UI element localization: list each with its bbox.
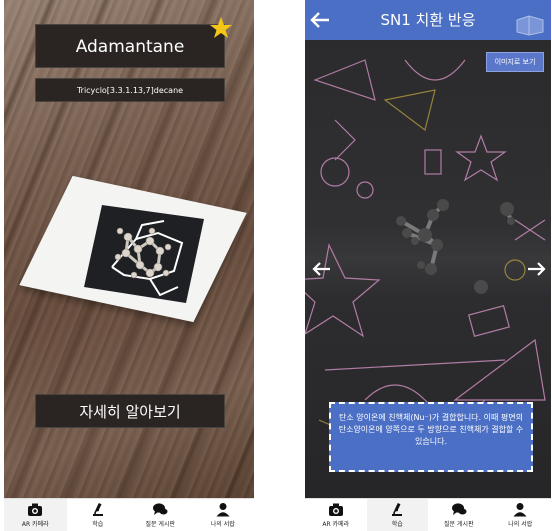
- learn-more-button[interactable]: 자세히 알아보기: [35, 394, 225, 428]
- tab-ar-camera[interactable]: AR 카메라: [305, 499, 367, 531]
- next-arrow-icon[interactable]: [527, 260, 547, 278]
- tab-label: AR 카메라: [21, 521, 49, 528]
- camera-icon: [28, 503, 43, 516]
- microscope-icon: [92, 502, 103, 516]
- chat-icon: [451, 503, 467, 515]
- back-arrow-icon[interactable]: [308, 8, 332, 32]
- tab-label: 질문 게시판: [443, 521, 474, 528]
- previous-arrow-icon[interactable]: [311, 260, 331, 278]
- ar-marker-with-molecule: [84, 205, 204, 303]
- tab-label: 나의 서랍: [210, 521, 235, 528]
- tab-my-drawer[interactable]: 나의 서랍: [490, 499, 552, 531]
- tab-label: 나의 서랍: [508, 521, 533, 528]
- chat-icon: [153, 503, 168, 515]
- tab-ar-camera[interactable]: AR 카메라: [4, 499, 67, 531]
- tab-study[interactable]: 학습: [67, 499, 130, 531]
- camera-icon: [328, 503, 343, 516]
- star-icon[interactable]: [209, 16, 233, 40]
- tab-question-board[interactable]: 질문 게시판: [129, 499, 192, 531]
- tab-study[interactable]: 학습: [366, 499, 428, 531]
- iupac-name: Tricyclo[3.3.1.13,7]decane: [35, 78, 225, 102]
- microscope-icon: [392, 502, 403, 516]
- bottom-tab-bar: AR 카메라 학습 질문 게시판 나의 서랍: [4, 498, 254, 531]
- view-as-image-button[interactable]: 이미지로 보기: [486, 52, 544, 72]
- tab-my-drawer[interactable]: 나의 서랍: [192, 499, 255, 531]
- book-icon: [516, 15, 544, 36]
- reaction-description: 탄소 양이온에 친핵체(Nu⁻)가 결합합니다. 이때 평면의 탄소양이온에 양…: [329, 402, 533, 472]
- bottom-tab-bar: AR 카메라 학습 질문 게시판 나의 서랍: [305, 498, 551, 531]
- tab-label: 학습: [92, 521, 104, 528]
- molecule-name: Adamantane: [35, 24, 225, 68]
- tab-question-board[interactable]: 질문 게시판: [428, 499, 490, 531]
- tab-label: 학습: [391, 521, 403, 528]
- ar-camera-screen: Adamantane Tricyclo[3.3.1.13,7]decane 자세…: [4, 0, 254, 531]
- person-icon: [216, 503, 230, 517]
- tab-label: AR 카메라: [322, 521, 350, 528]
- person-icon: [513, 503, 527, 517]
- sn1-molecule-model: [396, 199, 515, 294]
- reaction-study-screen: SN1 치환 반응 이미지로 보기 탄소 양이온에 친핵체(Nu⁻)가 결합합니…: [305, 0, 551, 531]
- tab-label: 질문 게시판: [145, 521, 175, 528]
